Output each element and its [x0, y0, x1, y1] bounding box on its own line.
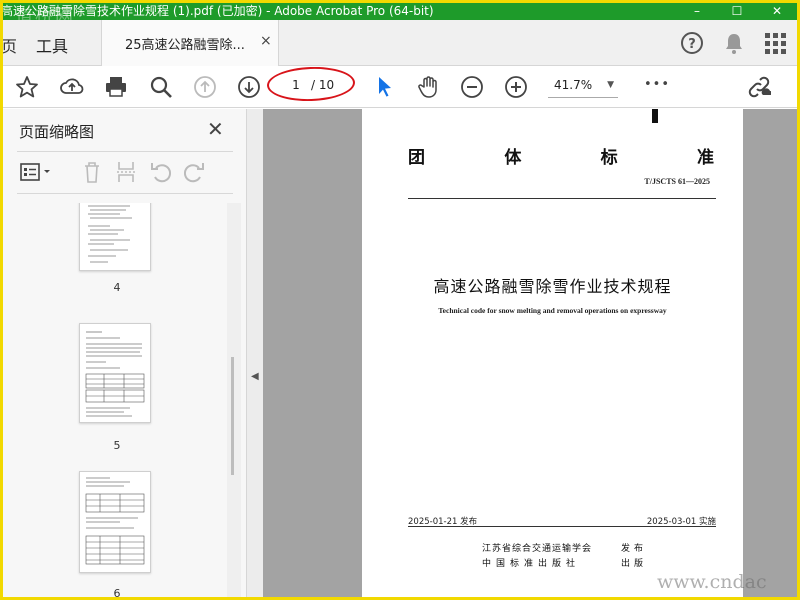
highlight-circle-annotation: [266, 65, 356, 103]
footer-rule: [408, 526, 716, 527]
thumbnail-text-lines: [88, 205, 132, 263]
panel-title: 页面缩略图: [19, 123, 95, 141]
scrollbar-thumb[interactable]: [231, 357, 234, 475]
standard-code: T/JSCTS 61—2025: [644, 177, 710, 186]
print-icon[interactable]: [104, 75, 128, 99]
search-icon[interactable]: [149, 75, 173, 99]
cloud-upload-icon[interactable]: [60, 75, 84, 99]
tab-document[interactable]: 25高速公路融雪除... ×: [101, 20, 279, 66]
chevron-down-icon: ▼: [607, 80, 614, 90]
minimize-button[interactable]: –: [677, 3, 717, 20]
document-title-en: Technical code for snow melting and remo…: [438, 306, 667, 315]
publishing-house: 中国标准出版社: [482, 559, 581, 569]
watermark-logo: 道桥网: [15, 6, 75, 21]
heading-char: 标: [600, 148, 618, 168]
issuing-organization: 江苏省综合交通运输学会: [482, 544, 593, 554]
heading-char: 准: [696, 148, 714, 168]
collapse-left-icon[interactable]: ◀: [251, 371, 259, 382]
issue-action: 发布: [621, 544, 648, 554]
document-view[interactable]: 团 体 标 准 T/JSCTS 61—2025 高速公路融雪除雪作业技术规程 T…: [263, 109, 797, 597]
rotate-right-icon[interactable]: [181, 159, 207, 185]
thumbnail-list: 4 5 6: [3, 203, 225, 597]
heading-char: 体: [504, 148, 522, 168]
page-thumbnails-panel: 页面缩略图 ✕ 4 5 6: [3, 109, 247, 597]
publish-action: 出版: [621, 559, 648, 569]
zoom-in-icon[interactable]: [504, 75, 528, 99]
pdf-page: 团 体 标 准 T/JSCTS 61—2025 高速公路融雪除雪作业技术规程 T…: [362, 109, 743, 597]
svg-text:?: ?: [688, 37, 696, 52]
page-thumbnail-6[interactable]: [79, 471, 151, 573]
collapse-panel-strip[interactable]: ◀: [247, 109, 263, 597]
page-thumbnail-4[interactable]: [79, 203, 151, 271]
zoom-out-icon[interactable]: [460, 75, 484, 99]
more-tools-button[interactable]: •••: [644, 77, 670, 92]
document-title-zh: 高速公路融雪除雪作业技术规程: [433, 277, 672, 296]
divider: [17, 151, 233, 152]
tab-tools[interactable]: 工具: [36, 33, 68, 57]
maximize-button[interactable]: ☐: [717, 3, 757, 20]
heading-char: 团: [408, 148, 425, 168]
divider: [17, 193, 233, 194]
page-top-mark: [652, 109, 658, 123]
page-up-icon[interactable]: [193, 75, 217, 99]
window-controls: – ☐ ✕: [677, 3, 797, 20]
acrobat-window: 高速公路融雪除雪技术作业规程 (1).pdf (已加密) - Adobe Acr…: [3, 3, 797, 597]
zoom-value: 41.7%: [554, 78, 593, 92]
bookmark-star-icon[interactable]: [15, 75, 39, 99]
thumbnail-page-number: 6: [113, 587, 121, 597]
rotate-left-icon[interactable]: [148, 159, 174, 185]
delete-page-icon[interactable]: [79, 159, 105, 185]
share-link-icon[interactable]: [747, 75, 771, 99]
thumbnail-text-lines: [85, 477, 145, 565]
thumbnail-page-number: 4: [113, 281, 121, 294]
page-thumbnail-5[interactable]: [79, 323, 151, 423]
thumbnail-options-icon[interactable]: [19, 159, 53, 185]
thumbnail-text-lines: [85, 331, 145, 417]
site-watermark: www.cndac: [657, 571, 767, 593]
page-down-icon[interactable]: [237, 75, 261, 99]
main-toolbar: 1 / 10 41.7% ▼ •••: [3, 65, 797, 108]
bell-icon[interactable]: [722, 31, 746, 55]
help-icon[interactable]: ?: [680, 31, 704, 55]
document-tab-label: 25高速公路融雪除...: [125, 38, 245, 53]
close-window-button[interactable]: ✕: [757, 3, 797, 20]
thumbnail-scrollbar[interactable]: [227, 203, 241, 597]
header-rule: [408, 198, 716, 199]
tab-row: 页 工具 25高速公路融雪除... × ?: [3, 20, 797, 66]
zoom-select[interactable]: 41.7% ▼: [548, 74, 618, 98]
select-cursor-icon[interactable]: [373, 75, 397, 99]
hand-tool-icon[interactable]: [417, 75, 441, 99]
thumbnail-page-number: 5: [113, 439, 121, 452]
tab-home[interactable]: 页: [3, 33, 17, 57]
apps-grid-icon[interactable]: [763, 31, 787, 55]
close-tab-icon[interactable]: ×: [260, 33, 272, 49]
extract-page-icon[interactable]: [113, 159, 139, 185]
title-bar: 高速公路融雪除雪技术作业规程 (1).pdf (已加密) - Adobe Acr…: [3, 3, 797, 20]
standard-type-heading: 团 体 标 准: [408, 143, 714, 168]
close-panel-icon[interactable]: ✕: [207, 117, 224, 141]
